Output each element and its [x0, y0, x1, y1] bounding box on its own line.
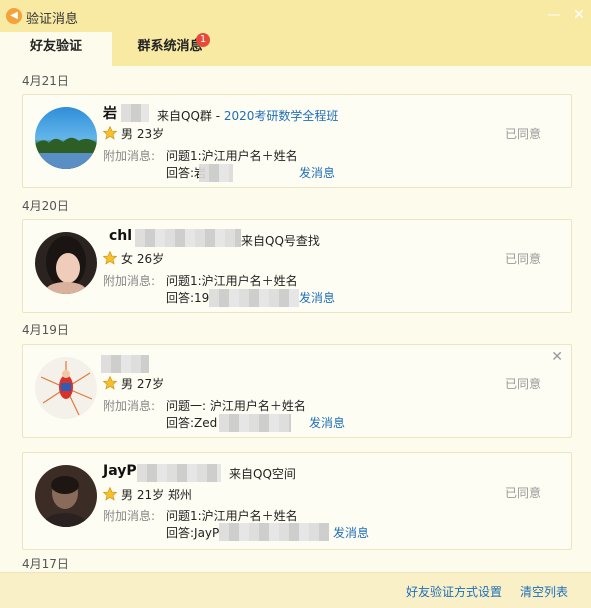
avatar[interactable]	[35, 107, 97, 169]
request-card: JayP 来自QQ空间 男 21岁 郑州 附加消息: 问题1:沪江用户名＋姓名 …	[22, 452, 572, 550]
date-header: 4月19日	[22, 323, 69, 337]
status-agreed: 已同意	[505, 377, 542, 391]
question-text: 问题1:沪江用户名＋姓名	[166, 509, 298, 523]
unread-badge: 1	[196, 33, 210, 47]
star-icon	[103, 126, 117, 140]
send-message-link[interactable]: 发消息	[299, 289, 335, 306]
answer-text: 回答:Zed	[166, 416, 218, 430]
avatar-image	[43, 476, 87, 527]
request-card: ✕ 男 27岁 附加消息: 问题一: 沪江用户名＋姓名 回答:Zed 发消息 已…	[22, 344, 572, 438]
close-icon[interactable]: ✕	[551, 349, 563, 365]
star-icon	[103, 251, 117, 265]
gender-age: 男 23岁	[121, 127, 165, 141]
tab-label: 群系统消息	[137, 39, 203, 54]
answer-text: 回答:19	[166, 291, 210, 305]
send-message-link[interactable]: 发消息	[333, 524, 369, 541]
answer-text: 回答:JayP	[166, 526, 220, 540]
date-header: 4月17日	[22, 557, 69, 571]
send-message-link[interactable]: 发消息	[299, 164, 335, 181]
tab-friend-verify[interactable]: 好友验证	[0, 32, 112, 66]
window-title: 验证消息	[26, 12, 79, 27]
nickname: JayP	[103, 463, 137, 479]
send-message-link[interactable]: 发消息	[309, 414, 345, 431]
request-card: chl 来自QQ号查找 女 26岁 附加消息: 问题1:沪江用户名＋姓名 回答:…	[22, 219, 572, 313]
redacted-block	[219, 523, 329, 541]
avatar[interactable]	[35, 232, 97, 294]
avatar[interactable]	[35, 465, 97, 527]
status-agreed: 已同意	[505, 127, 542, 141]
title-bar: ◀ 验证消息 — ✕	[0, 0, 591, 32]
close-icon[interactable]: ✕	[570, 6, 588, 24]
star-icon	[103, 487, 117, 501]
avatar-image	[35, 137, 97, 169]
redacted-block	[209, 289, 299, 307]
extra-label: 附加消息:	[103, 149, 156, 163]
date-header: 4月20日	[22, 199, 69, 213]
gender-age: 男 27岁	[121, 377, 165, 391]
request-card: 岩 来自QQ群 - 2020考研数学全程班 男 23岁 附加消息: 问题1:沪江…	[22, 94, 572, 188]
nickname: 岩	[103, 106, 117, 122]
minimize-icon[interactable]: —	[545, 6, 563, 24]
redacted-block	[135, 229, 241, 247]
redacted-block	[121, 104, 149, 122]
extra-label: 附加消息:	[103, 509, 156, 523]
extra-label: 附加消息:	[103, 399, 156, 413]
tab-label: 好友验证	[29, 39, 82, 54]
extra-label: 附加消息:	[103, 274, 156, 288]
source-text: 来自QQ空间	[229, 467, 296, 481]
status-agreed: 已同意	[505, 486, 542, 500]
avatar-image	[46, 236, 86, 294]
redacted-block	[101, 355, 149, 373]
date-header: 4月21日	[22, 74, 69, 88]
verify-settings-link[interactable]: 好友验证方式设置	[406, 583, 502, 600]
request-source: 来自QQ群 - 2020考研数学全程班	[157, 107, 338, 124]
footer-bar: 好友验证方式设置 清空列表	[0, 572, 591, 608]
tab-bar: 好友验证 群系统消息 1	[0, 32, 591, 66]
avatar[interactable]	[35, 357, 97, 419]
redacted-block	[199, 164, 233, 182]
source-text: 来自QQ号查找	[241, 234, 320, 248]
question-text: 问题一: 沪江用户名＋姓名	[166, 399, 306, 413]
redacted-block	[219, 414, 291, 432]
group-link[interactable]: 2020考研数学全程班	[224, 109, 339, 123]
avatar-image	[40, 361, 93, 416]
gender-age: 女 26岁	[121, 252, 165, 266]
status-agreed: 已同意	[505, 252, 542, 266]
request-source: 来自QQ号查找	[241, 232, 320, 249]
question-text: 问题1:沪江用户名＋姓名	[166, 274, 298, 288]
gender-age: 男 21岁 郑州	[121, 488, 192, 502]
clear-list-link[interactable]: 清空列表	[520, 583, 568, 600]
redacted-block	[137, 464, 221, 482]
source-text: 来自QQ群 -	[157, 109, 224, 123]
tab-group-system[interactable]: 群系统消息 1	[120, 32, 220, 66]
star-icon	[103, 376, 117, 390]
nickname: chl	[109, 228, 133, 244]
question-text: 问题1:沪江用户名＋姓名	[166, 149, 298, 163]
speaker-icon: ◀	[6, 8, 22, 24]
request-source: 来自QQ空间	[229, 465, 296, 482]
